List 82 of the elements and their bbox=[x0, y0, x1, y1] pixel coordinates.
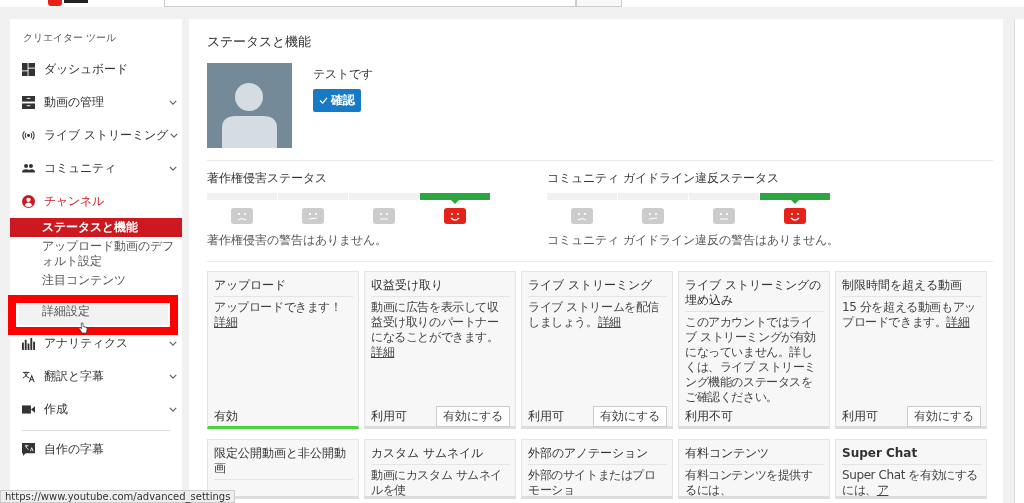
status-title: コミュニティ ガイドライン違反ステータス bbox=[547, 170, 780, 187]
details-link[interactable]: 詳細 bbox=[214, 315, 238, 329]
card-title: 制限時間を超える動画 bbox=[842, 277, 981, 297]
sidebar-subitem[interactable]: アップロード動画のデフォルト設定 bbox=[10, 237, 182, 271]
sidebar-subitem[interactable]: 注目コンテンツ bbox=[10, 271, 182, 290]
channel-name: テストです bbox=[313, 66, 373, 83]
subtitles-icon bbox=[22, 443, 35, 456]
sidebar-item[interactable]: 作成 bbox=[10, 393, 182, 426]
chevron-icon bbox=[169, 374, 177, 379]
chevron-icon bbox=[169, 407, 177, 412]
card-status: 利用可 bbox=[842, 407, 878, 425]
sad-face-icon bbox=[231, 208, 253, 224]
card-title: ライブ ストリーミング bbox=[528, 277, 667, 297]
card-title: ライブ ストリーミングの埋め込み bbox=[685, 277, 824, 312]
sidebar-item[interactable]: ライブ ストリーミング bbox=[10, 119, 182, 152]
translate-icon bbox=[22, 370, 35, 383]
sidebar-item[interactable]: チャンネル bbox=[10, 185, 182, 218]
sidebar-subitem[interactable]: ステータスと機能 bbox=[10, 218, 182, 237]
chevron-icon bbox=[169, 341, 177, 346]
chevron-icon bbox=[169, 133, 178, 138]
details-link[interactable]: 詳細 bbox=[946, 315, 970, 329]
neutral-face-icon bbox=[373, 208, 395, 224]
card-description: Super Chat を有効にするには、ア bbox=[842, 468, 980, 498]
scrollbar[interactable] bbox=[1014, 19, 1024, 503]
sidebar-item[interactable]: 動画の管理 bbox=[10, 86, 182, 119]
card-title: アップロード bbox=[214, 277, 353, 297]
card-description: 15 分を超える動画もアップロードできます。詳細 bbox=[842, 300, 977, 331]
card-status: 有効 bbox=[214, 407, 238, 425]
smiley-face-icon bbox=[444, 208, 466, 224]
card-title: 限定公開動画と非公開動画 bbox=[214, 445, 353, 480]
card-description: アップロードできます！ 詳細 bbox=[214, 300, 343, 331]
card-title: カスタム サムネイル bbox=[371, 445, 510, 465]
account-icon bbox=[22, 195, 35, 208]
status-note: コミュニティ ガイドライン違反の警告はありません。 bbox=[547, 232, 840, 249]
neutral-face-icon bbox=[713, 208, 735, 224]
hand-cursor-icon bbox=[78, 322, 88, 334]
details-link[interactable]: 詳細 bbox=[597, 315, 621, 329]
status-title: 著作権侵害ステータス bbox=[207, 170, 328, 187]
card-title: 有料コンテンツ bbox=[685, 445, 824, 465]
search-field[interactable] bbox=[164, 0, 576, 7]
chevron-icon bbox=[169, 166, 177, 171]
card-description: このアカウントではライブ ストリーミングが有効になっていません。詳しくは、ライブ ストリーミング機能のステータスをご確認ください。 bbox=[685, 315, 817, 406]
status-note: 著作権侵害の警告はありません。 bbox=[207, 232, 388, 249]
video-list-icon bbox=[22, 96, 35, 109]
details-link[interactable]: 詳細 bbox=[371, 345, 395, 359]
broadcast-icon bbox=[22, 129, 35, 142]
neutral-face-icon bbox=[302, 208, 324, 224]
sidebar-item[interactable]: ダッシュボード bbox=[10, 53, 182, 86]
card-description: 外部のサイトまたはプロモーショ bbox=[528, 468, 657, 498]
card-title: 外部のアノテーション bbox=[528, 445, 667, 465]
sidebar-title: クリエイター ツール bbox=[22, 31, 118, 45]
people-icon bbox=[22, 162, 35, 175]
smiley-face-icon bbox=[784, 208, 806, 224]
enable-button[interactable]: 有効にする bbox=[436, 405, 510, 427]
card-status: 利用不可 bbox=[685, 407, 733, 425]
avatar-icon bbox=[207, 63, 292, 148]
details-link[interactable]: ア bbox=[876, 483, 889, 497]
card-title: 収益受け取り bbox=[371, 277, 510, 297]
check-icon bbox=[319, 97, 328, 104]
video-camera-icon bbox=[22, 403, 35, 416]
sidebar-item[interactable]: 翻訳と字幕 bbox=[10, 360, 182, 393]
dashboard-icon bbox=[22, 63, 35, 76]
search-button[interactable] bbox=[576, 0, 622, 7]
card-description: 動画に広告を表示して収益受け取りのパートナーになることができます。 詳細 bbox=[371, 300, 500, 361]
card-description: ライブ ストリームを配信しましょう。詳細 bbox=[528, 300, 660, 331]
enable-button[interactable]: 有効にする bbox=[907, 405, 981, 427]
logo-icon[interactable] bbox=[48, 0, 88, 7]
bar-chart-icon bbox=[22, 337, 35, 350]
neutral-face-icon bbox=[642, 208, 664, 224]
chevron-icon bbox=[169, 100, 177, 105]
page-title: ステータスと機能 bbox=[207, 33, 312, 51]
verify-button[interactable]: 確認 bbox=[313, 89, 361, 112]
sad-face-icon bbox=[571, 208, 593, 224]
enable-button[interactable]: 有効にする bbox=[593, 405, 667, 427]
card-title: Super Chat bbox=[842, 445, 981, 465]
sidebar-item[interactable]: 自作の字幕 bbox=[10, 433, 182, 466]
status-url: https://www.youtube.com/advanced_settings bbox=[0, 490, 236, 503]
card-description: 有料コンテンツを提供するには、 bbox=[685, 468, 814, 498]
sidebar-item[interactable]: コミュニティ bbox=[10, 152, 182, 185]
card-status: 利用可 bbox=[371, 407, 407, 425]
card-status: 利用可 bbox=[528, 407, 564, 425]
card-description: 動画にカスタム サムネイルを使 bbox=[371, 468, 503, 498]
